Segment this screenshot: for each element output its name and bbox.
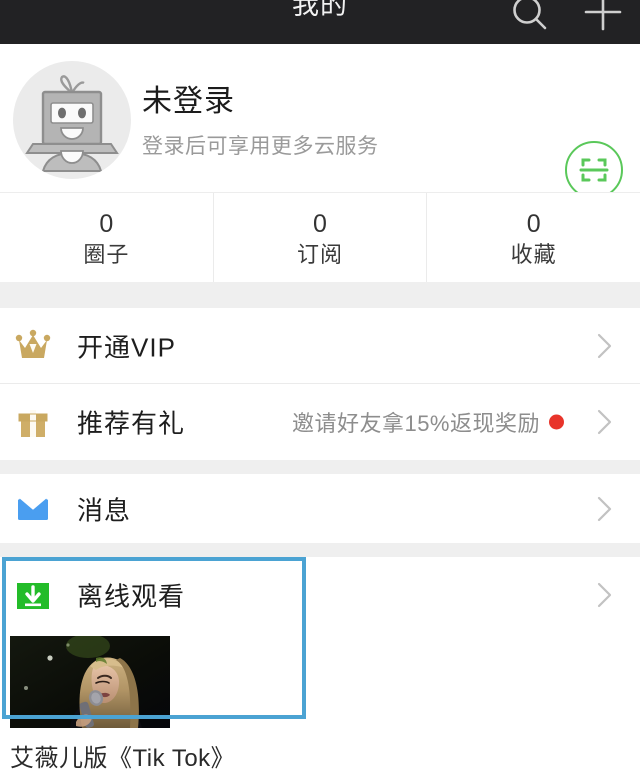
gift-icon — [14, 403, 52, 441]
stat-value: 0 — [526, 210, 541, 238]
mobile-profile-screen: 我的 未登录 登录后可享用更多云服务 0 圈子 0 订阅 0 收藏 开通VIP … — [0, 0, 640, 784]
stat-value: 0 — [99, 210, 114, 238]
crown-icon — [14, 327, 52, 365]
app-header: 我的 — [0, 0, 640, 44]
chevron-right-icon — [596, 580, 614, 610]
chevron-right-icon — [596, 494, 614, 524]
menu-row-note: 邀请好友拿15%返现奖励 — [291, 411, 540, 436]
download-icon — [14, 576, 52, 614]
section-gap — [0, 543, 640, 557]
robot-avatar-icon — [13, 75, 131, 179]
menu-row-messages[interactable]: 消息 — [0, 474, 640, 543]
menu-row-vip[interactable]: 开通VIP — [0, 308, 640, 384]
menu-row-label: 开通VIP — [77, 332, 176, 363]
chevron-right-icon — [596, 331, 614, 361]
scan-qr-button[interactable] — [565, 141, 623, 199]
menu-row-label: 推荐有礼 — [77, 408, 186, 439]
profile-section[interactable]: 未登录 登录后可享用更多云服务 — [0, 44, 640, 199]
section-gap — [0, 282, 640, 308]
plus-icon[interactable] — [578, 0, 628, 45]
video-caption[interactable]: 艾薇儿版《Tik Tok》 — [10, 742, 310, 776]
menu-row-offline-viewing[interactable]: 离线观看 — [0, 557, 640, 633]
search-icon[interactable] — [505, 0, 555, 45]
status-badge — [549, 414, 564, 430]
stat-item-subscriptions[interactable]: 0 订阅 — [212, 193, 427, 283]
stat-item-favorites[interactable]: 0 收藏 — [426, 193, 640, 283]
video-thumbnail[interactable] — [10, 636, 170, 728]
profile-subtitle: 登录后可享用更多云服务 — [142, 135, 379, 158]
envelope-icon — [14, 490, 52, 528]
profile-name[interactable]: 未登录 — [142, 76, 235, 120]
section-gap — [0, 460, 640, 474]
menu-row-referral[interactable]: 推荐有礼 邀请好友拿15%返现奖励 — [0, 384, 640, 460]
stat-label: 订阅 — [297, 242, 344, 267]
menu-row-label: 消息 — [77, 495, 132, 525]
stats-row: 0 圈子 0 订阅 0 收藏 — [0, 192, 640, 283]
chevron-right-icon — [596, 407, 614, 437]
stat-label: 收藏 — [510, 242, 557, 267]
menu-row-label: 离线观看 — [77, 581, 186, 612]
stat-item-circles[interactable]: 0 圈子 — [0, 193, 213, 283]
stat-label: 圈子 — [83, 242, 130, 267]
avatar[interactable] — [13, 61, 131, 179]
watermark — [487, 745, 633, 779]
stat-value: 0 — [313, 210, 327, 238]
